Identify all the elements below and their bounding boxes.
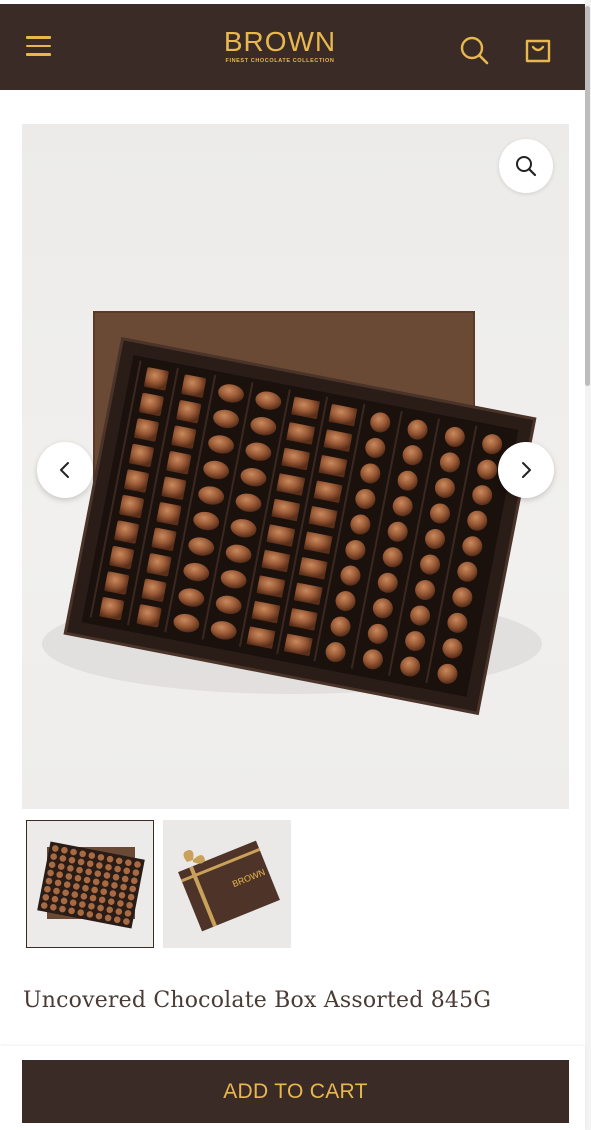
thumbnail-open-box[interactable]: [26, 820, 154, 948]
chevron-left-icon[interactable]: [37, 442, 93, 498]
chocolate-piece: [134, 418, 159, 442]
chocolate-piece: [109, 545, 135, 570]
product-main-image[interactable]: [22, 124, 569, 809]
chocolate-piece: [166, 451, 192, 475]
chocolate-box-illustration: [42, 311, 542, 716]
thumbnail-open-box-image: [27, 821, 153, 947]
chocolate-piece: [171, 425, 197, 449]
chocolate-piece: [119, 494, 144, 519]
site-header: BROWN FINEST CHOCOLATE COLLECTION: [0, 4, 585, 90]
thumbnail-closed-box-image: BROWN: [163, 820, 291, 948]
chocolate-piece: [144, 367, 169, 391]
chocolate-piece: [141, 578, 167, 602]
chocolate-piece: [136, 604, 162, 628]
scrollbar-thumb[interactable]: [585, 6, 590, 386]
chocolate-piece: [151, 527, 177, 551]
chocolate-piece: [139, 392, 164, 416]
chocolate-piece: [99, 597, 125, 621]
chocolate-piece: [181, 374, 207, 398]
search-icon[interactable]: [458, 34, 490, 66]
chocolate-piece: [129, 443, 154, 468]
chocolate-piece: [161, 476, 187, 500]
shopping-bag-icon[interactable]: [523, 35, 553, 65]
thumbnail-closed-box[interactable]: BROWN: [163, 820, 291, 948]
chocolate-piece: [176, 400, 202, 424]
chocolate-piece: [124, 469, 149, 493]
chocolate-piece: [104, 571, 130, 595]
chevron-right-icon[interactable]: [498, 442, 554, 498]
chocolate-piece: [146, 553, 172, 577]
chocolate-piece: [114, 520, 140, 544]
add-to-cart-button[interactable]: ADD TO CART: [22, 1060, 569, 1123]
zoom-icon[interactable]: [499, 139, 553, 193]
chocolate-piece: [156, 502, 182, 526]
product-title: Uncovered Chocolate Box Assorted 845G: [23, 988, 492, 1013]
